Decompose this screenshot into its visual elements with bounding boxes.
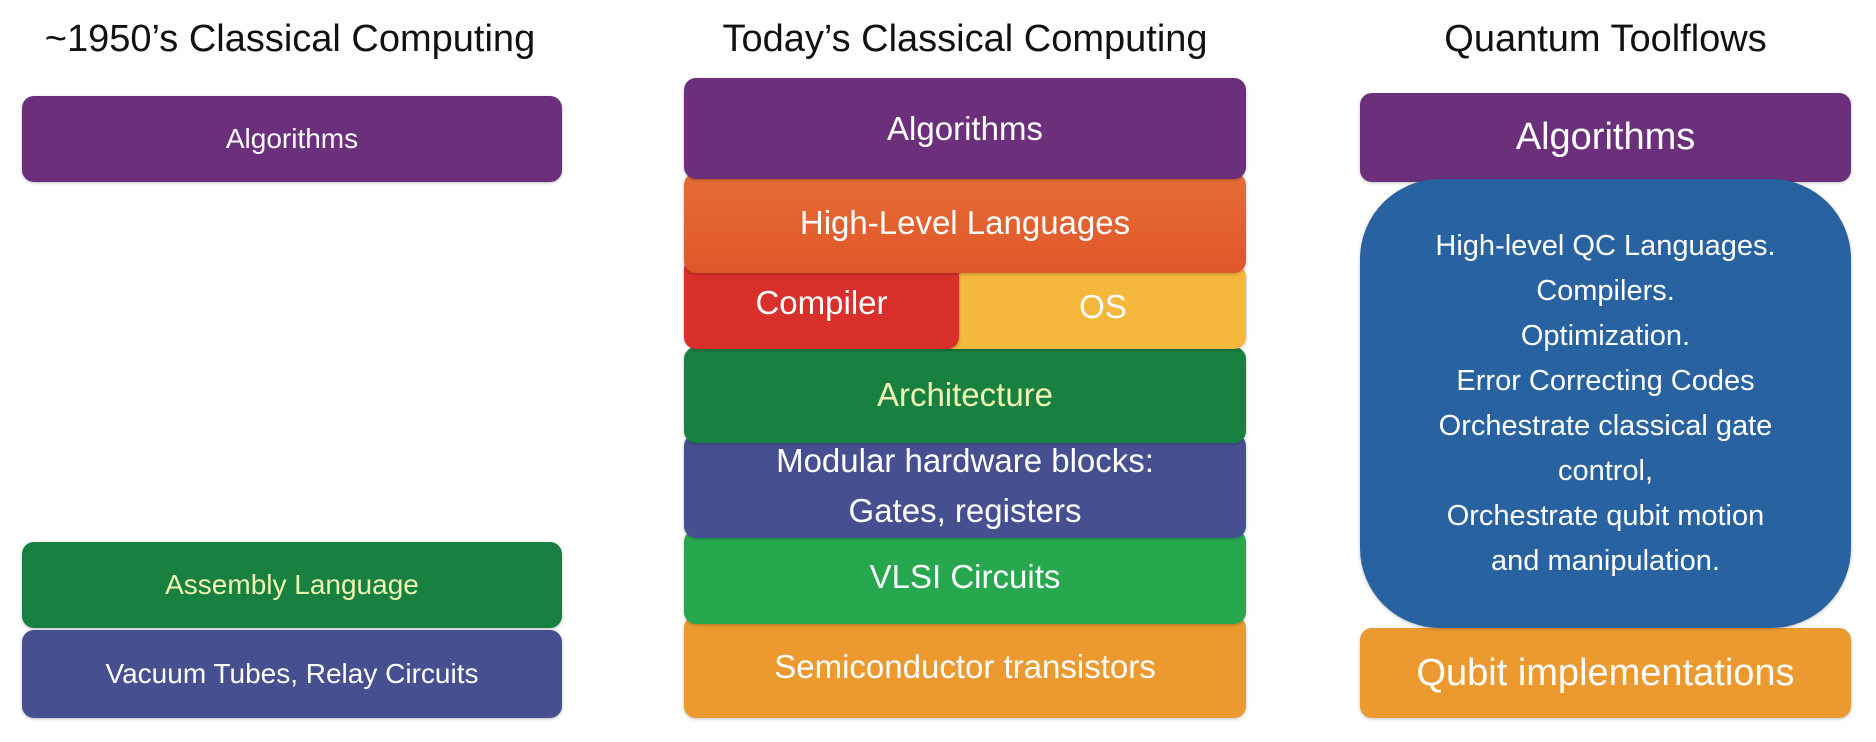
layer-semiconductor-transistors: Semiconductor transistors bbox=[684, 616, 1246, 718]
column-title-quantum: Quantum Toolflows bbox=[1444, 18, 1767, 60]
layer-label: Vacuum Tubes, Relay Circuits bbox=[105, 658, 479, 689]
layer-label: Assembly Language bbox=[165, 569, 419, 600]
layer-algorithms-today: Algorithms bbox=[684, 78, 1246, 179]
layer-high-level-languages: High-Level Languages bbox=[684, 173, 1246, 273]
toolflow-line: Orchestrate qubit motion bbox=[1446, 499, 1765, 532]
layer-vlsi-circuits: VLSI Circuits bbox=[684, 530, 1246, 624]
layer-assembly-language: Assembly Language bbox=[22, 542, 562, 628]
layer-modular-hardware-blocks: Modular hardware blocks: Gates, register… bbox=[684, 434, 1246, 538]
toolflow-line: control, bbox=[1557, 454, 1654, 487]
layer-os: OS bbox=[940, 265, 1246, 349]
layer-label: Algorithms bbox=[225, 123, 359, 154]
column-title-1950s: ~1950’s Classical Computing bbox=[44, 18, 536, 60]
layer-label: Algorithms bbox=[1515, 116, 1696, 158]
layer-label-line: Gates, registers bbox=[848, 492, 1082, 529]
layer-algorithms-1950s: Algorithms bbox=[22, 96, 562, 182]
layer-label: Qubit implementations bbox=[1416, 651, 1795, 694]
toolflow-line: Orchestrate classical gate bbox=[1438, 409, 1773, 442]
layer-label: Compiler bbox=[755, 284, 888, 321]
layer-vacuum-tubes: Vacuum Tubes, Relay Circuits bbox=[22, 630, 562, 718]
column-title-today: Today’s Classical Computing bbox=[722, 18, 1208, 60]
toolflow-line: High-level QC Languages. bbox=[1435, 229, 1776, 262]
layer-label: OS bbox=[1079, 288, 1127, 325]
layer-qubit-implementations: Qubit implementations bbox=[1360, 628, 1851, 718]
toolflow-line: Optimization. bbox=[1520, 319, 1691, 352]
layer-algorithms-quantum: Algorithms bbox=[1360, 93, 1851, 182]
layer-label: VLSI Circuits bbox=[869, 558, 1061, 595]
layer-architecture: Architecture bbox=[684, 347, 1246, 443]
layer-label: Architecture bbox=[876, 376, 1054, 413]
layer-label-line: Modular hardware blocks: bbox=[776, 442, 1154, 479]
layer-label: Algorithms bbox=[887, 109, 1043, 147]
toolflow-line: Compilers. bbox=[1536, 274, 1675, 307]
toolflow-line: and manipulation. bbox=[1491, 544, 1720, 577]
layer-label: Semiconductor transistors bbox=[774, 648, 1156, 685]
layer-quantum-toolflow: High-level QC Languages. Compilers. Opti… bbox=[1360, 179, 1851, 628]
toolflow-line: Error Correcting Codes bbox=[1456, 364, 1755, 397]
layer-label: High-Level Languages bbox=[799, 204, 1131, 241]
